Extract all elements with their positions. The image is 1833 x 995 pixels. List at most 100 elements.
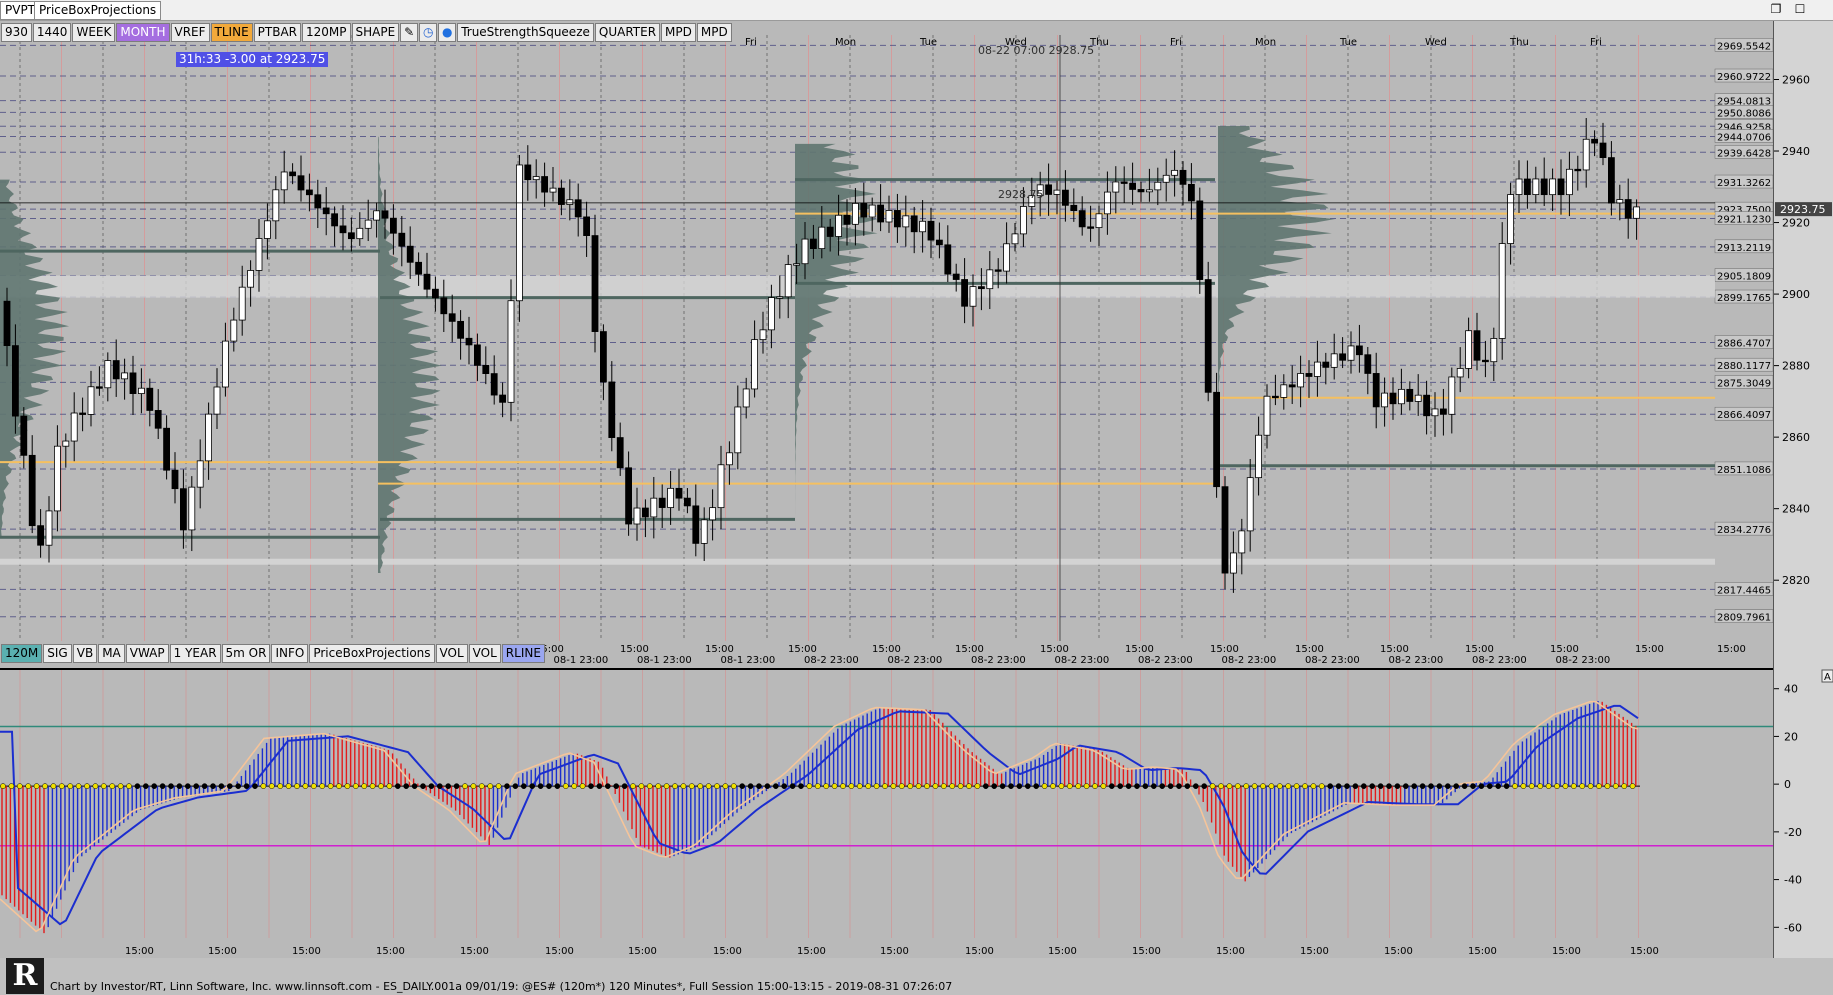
time-label-top: 15:00 <box>1125 644 1154 655</box>
squeeze-dot <box>1024 783 1031 789</box>
candle-body <box>1162 174 1170 183</box>
squeeze-dot <box>1470 783 1476 789</box>
candle-body <box>1003 243 1010 272</box>
candle-body <box>1204 279 1212 393</box>
squeeze-dot <box>33 783 40 789</box>
toolbar-ma-button[interactable]: MA <box>98 644 125 663</box>
toolbar-120m-button[interactable]: 120M <box>1 644 43 663</box>
squeeze-dot <box>184 783 191 789</box>
indicator-axis-label: -40 <box>1784 874 1802 887</box>
toolbar-930-button[interactable]: 930 <box>1 23 32 42</box>
toolbar-shape-button[interactable]: SHAPE <box>351 23 400 42</box>
candle-body <box>87 386 95 415</box>
candle-body <box>1448 376 1456 415</box>
squeeze-dot <box>1596 783 1602 789</box>
price-level-label: 2809.7961 <box>1717 613 1771 624</box>
squeeze-dot <box>1251 783 1258 789</box>
candle-body <box>406 245 414 263</box>
squeeze-dot <box>394 783 401 789</box>
time-label-top: 15:00 <box>1550 644 1579 655</box>
squeeze-dot <box>772 783 779 789</box>
maximize-icon[interactable]: ☐ <box>1791 1 1809 17</box>
indicator-axis-svg: 40 20 0 -20 -40 -60 A <box>1774 669 1833 934</box>
toolbar-vb-button[interactable]: VB <box>72 644 98 663</box>
indicator-axis[interactable]: 40 20 0 -20 -40 -60 A <box>1773 668 1833 958</box>
toolbar-mpd-button-2[interactable]: MPD <box>696 23 732 42</box>
squeeze-dot <box>781 783 788 789</box>
candle-body <box>919 220 926 233</box>
toolbar-ptbar-button[interactable]: PTBAR <box>253 23 302 42</box>
toolbar-quarter-button[interactable]: QUARTER <box>594 23 661 42</box>
price-level-label: 2939.6428 <box>1717 148 1771 159</box>
indicator-time-label: 15:00 <box>1132 946 1161 957</box>
time-label-bottom: 08-2 23:00 <box>888 655 943 666</box>
candle-body <box>121 372 128 380</box>
candle-body <box>591 235 599 332</box>
indicator-panel[interactable]: 15:00 15:00 15:00 15:00 15:00 15:00 15:00 15:00… <box>0 668 1773 960</box>
candle-body <box>1288 384 1296 388</box>
squeeze-dot <box>319 783 326 789</box>
toolbar-1440-button[interactable]: 1440 <box>32 23 72 42</box>
indicator-time-label: 15:00 <box>713 946 742 957</box>
toolbar-120mp-button[interactable]: 120MP <box>302 23 351 42</box>
squeeze-dot <box>680 783 687 789</box>
candle-body <box>1330 353 1338 368</box>
toolbar-mpd-button[interactable]: MPD <box>661 23 696 42</box>
candle-body <box>1608 157 1615 204</box>
toolbar-week-button[interactable]: WEEK <box>72 23 116 42</box>
candle-body <box>709 507 716 521</box>
candle-body <box>62 440 70 447</box>
candle-body <box>499 394 507 403</box>
drop-icon[interactable]: ● <box>438 23 457 42</box>
pencil-icon[interactable]: ✎ <box>400 23 419 42</box>
toolbar-info-button[interactable]: INFO <box>271 644 309 663</box>
candle-body <box>1280 384 1288 398</box>
day-label: Fri <box>1170 37 1182 48</box>
squeeze-dot <box>1512 783 1518 789</box>
squeeze-dot <box>1016 783 1023 789</box>
candle-body <box>1406 388 1414 402</box>
candle-body <box>389 217 397 234</box>
toolbar-month-button[interactable]: MONTH <box>116 23 170 42</box>
squeeze-dot <box>840 783 846 789</box>
candle-body <box>213 386 221 415</box>
toolbar-sig-button[interactable]: SIG <box>43 644 72 663</box>
squeeze-dot <box>1461 783 1468 789</box>
toolbar-truestrengthsqueeze-button[interactable]: TrueStrengthSqueeze <box>457 23 594 42</box>
squeeze-dot <box>1629 783 1636 789</box>
toolbar-1year-button[interactable]: 1 YEAR <box>169 644 221 663</box>
toolbar-vol-button[interactable]: VOL <box>435 644 468 663</box>
time-label-top: 15:00 <box>1717 644 1746 655</box>
candle-body <box>1599 142 1607 159</box>
price-level-label: 2880.1177 <box>1717 361 1771 372</box>
toolbar-vol-button-2[interactable]: VOL <box>468 644 501 663</box>
tab-priceboxprojections[interactable]: PriceBoxProjections <box>34 1 162 20</box>
candle-body <box>1087 226 1094 229</box>
squeeze-dot <box>705 783 712 789</box>
price-axis[interactable]: 2960 2940 2920 2900 2880 2860 2840 2820 2923.75 <box>1773 21 1833 668</box>
squeeze-dot <box>890 783 897 789</box>
toolbar-priceboxprojections-button[interactable]: PriceBoxProjections <box>309 644 435 663</box>
clock-icon[interactable]: ◷ <box>419 23 438 42</box>
candle-body <box>1238 530 1246 554</box>
toolbar-vwap-button[interactable]: VWAP <box>125 644 169 663</box>
time-label-bottom: 08-1 23:00 <box>554 655 609 666</box>
price-level-label: 2866.4097 <box>1717 410 1771 421</box>
candle-body <box>1322 361 1330 368</box>
candle-body <box>1078 210 1086 228</box>
candle-body <box>188 486 196 531</box>
candle-body <box>994 269 1002 272</box>
day-label: Fri <box>745 37 757 48</box>
toolbar-vref-button[interactable]: VREF <box>170 23 210 42</box>
squeeze-dot <box>739 783 746 789</box>
signal-line <box>0 700 1639 933</box>
candle-body <box>465 337 473 346</box>
toolbar-rline-button[interactable]: RLINE <box>501 644 545 663</box>
squeeze-dot <box>1402 783 1409 789</box>
candle-body <box>96 386 103 389</box>
toolbar-tline-button[interactable]: TLINE <box>210 23 253 42</box>
toolbar-5mor-button[interactable]: 5m OR <box>221 644 271 663</box>
price-chart[interactable]: Fri Mon Tue Wed Thu Fri Mon Tue Wed Thu Fri 2969.55… <box>0 21 1773 668</box>
restore-icon[interactable]: ❐ <box>1767 1 1785 17</box>
candle-body <box>1255 434 1262 479</box>
